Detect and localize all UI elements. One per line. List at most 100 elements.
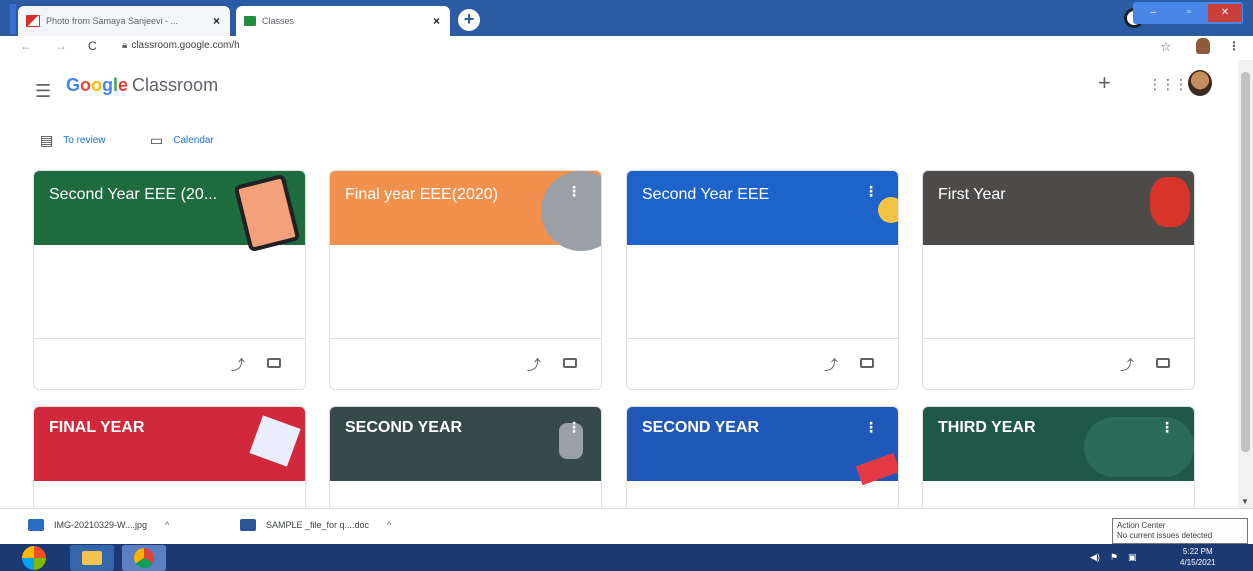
bookmark-star-icon[interactable]: ☆: [1160, 39, 1172, 55]
class-name[interactable]: Second Year EEE: [642, 186, 769, 204]
tab-gmail-photo[interactable]: Photo from Samaya Sanjeevi - ... ×: [18, 6, 230, 36]
class-name[interactable]: SECOND YEAR: [642, 419, 759, 437]
window-controls: – ▫ ✕: [1133, 2, 1243, 24]
class-card[interactable]: SECOND YEAR ⋮: [329, 406, 602, 516]
class-banner[interactable]: Second Year EEE ⋮: [627, 171, 898, 245]
class-card-footer: ⤴: [34, 338, 305, 389]
start-button[interactable]: [22, 546, 46, 570]
address-bar[interactable]: 🔒︎ classroom.google.com/h: [122, 40, 240, 51]
scroll-down-icon[interactable]: ▼: [1241, 497, 1249, 506]
class-banner[interactable]: THIRD YEAR ⋮: [923, 407, 1194, 481]
download-options-icon[interactable]: ^: [387, 520, 391, 530]
maximize-button[interactable]: ▫: [1172, 4, 1206, 22]
flag-icon[interactable]: ⚑: [1110, 552, 1118, 563]
class-banner[interactable]: FINAL YEAR: [34, 407, 305, 481]
volume-icon[interactable]: ◀): [1090, 552, 1100, 563]
more-options-icon[interactable]: ⋮: [1160, 419, 1174, 436]
class-card[interactable]: FINAL YEAR: [33, 406, 306, 516]
banner-illustration: [233, 173, 301, 253]
apps-icon[interactable]: ⋮⋮⋮: [1148, 76, 1188, 93]
calendar-label: Calendar: [173, 135, 214, 146]
calendar-icon: ▭: [150, 132, 164, 148]
class-banner[interactable]: Second Year EEE (20...: [34, 171, 305, 253]
class-name[interactable]: Final year EEE(2020): [345, 186, 498, 204]
class-name[interactable]: SECOND YEAR: [345, 419, 462, 437]
folder-icon[interactable]: [860, 358, 874, 368]
download-filename: IMG-20210329-W....jpg: [54, 520, 148, 530]
new-tab-button[interactable]: +: [458, 9, 480, 31]
class-card[interactable]: First Year ⤴: [922, 170, 1195, 390]
more-options-icon[interactable]: ⋮: [864, 183, 878, 200]
download-options-icon[interactable]: ^: [165, 520, 169, 530]
close-window-button[interactable]: ✕: [1208, 4, 1242, 22]
class-card[interactable]: THIRD YEAR ⋮: [922, 406, 1195, 516]
gradebook-icon[interactable]: ⤴: [824, 355, 838, 375]
class-name[interactable]: THIRD YEAR: [938, 419, 1036, 437]
banner-illustration: [878, 197, 898, 223]
class-banner[interactable]: SECOND YEAR ⋮: [330, 407, 601, 481]
action-center-tooltip: Action Center No current issues detected: [1112, 518, 1248, 544]
close-tab-icon[interactable]: ×: [433, 14, 440, 28]
more-options-icon[interactable]: ⋮: [864, 419, 878, 436]
reload-icon[interactable]: C: [88, 39, 97, 53]
action-center-message: No current issues detected: [1117, 531, 1213, 540]
class-banner[interactable]: Final year EEE(2020) ⋮: [330, 171, 601, 251]
folder-icon[interactable]: [563, 358, 577, 368]
file-explorer-icon[interactable]: [70, 545, 114, 571]
calendar-link[interactable]: ▭ Calendar: [150, 132, 214, 149]
browser-toolbar: ← → C 🔒︎ classroom.google.com/h ☆ ⋮: [0, 36, 1253, 58]
class-banner[interactable]: First Year: [923, 171, 1194, 245]
scrollbar-thumb[interactable]: [1241, 72, 1250, 452]
taskbar-clock[interactable]: 5:22 PM 4/15/2021: [1180, 546, 1216, 568]
action-center-title: Action Center: [1117, 521, 1166, 530]
page-scrollbar[interactable]: ▼: [1238, 60, 1253, 510]
profile-avatar-icon[interactable]: [1196, 38, 1210, 54]
menu-icon[interactable]: ☰: [35, 81, 51, 102]
class-card-footer: ⤴: [923, 338, 1194, 389]
windows-taskbar: ◀) ⚑ ▣ 5:22 PM 4/15/2021: [0, 544, 1253, 571]
class-card[interactable]: SECOND YEAR ⋮: [626, 406, 899, 516]
class-banner[interactable]: SECOND YEAR ⋮: [627, 407, 898, 486]
download-item[interactable]: SAMPLE _file_for q....doc ^: [240, 519, 391, 531]
download-item[interactable]: IMG-20210329-W....jpg ^: [28, 519, 169, 531]
download-bar: IMG-20210329-W....jpg ^ SAMPLE _file_for…: [0, 508, 1253, 545]
tab-title: Photo from Samaya Sanjeevi - ...: [46, 16, 179, 26]
image-file-icon: [28, 519, 44, 531]
banner-illustration: [1084, 417, 1194, 477]
back-icon[interactable]: ←: [20, 39, 32, 53]
to-review-link[interactable]: ▤ To review: [40, 132, 105, 149]
clock-date: 4/15/2021: [1180, 558, 1216, 567]
review-icon: ▤: [40, 132, 54, 148]
class-card[interactable]: Final year EEE(2020) ⋮ ⤴: [329, 170, 602, 390]
tab-classes[interactable]: Classes ×: [236, 6, 450, 36]
network-icon[interactable]: ▣: [1128, 552, 1137, 563]
forward-icon[interactable]: →: [55, 39, 67, 53]
chrome-menu-icon[interactable]: ⋮: [1228, 39, 1240, 53]
folder-icon[interactable]: [267, 358, 281, 368]
gradebook-icon[interactable]: ⤴: [527, 355, 541, 375]
more-options-icon[interactable]: ⋮: [567, 419, 581, 436]
minimize-button[interactable]: –: [1136, 4, 1170, 22]
word-file-icon: [240, 519, 256, 531]
tab-strip-edge: [10, 4, 16, 34]
banner-illustration: [1150, 177, 1190, 227]
create-join-class-button[interactable]: +: [1098, 70, 1111, 96]
chrome-taskbar-icon[interactable]: [122, 545, 166, 571]
avatar[interactable]: [1188, 70, 1212, 96]
class-card[interactable]: Second Year EEE ⋮ ⤴: [626, 170, 899, 390]
browser-tab-strip: Photo from Samaya Sanjeevi - ... × Class…: [0, 0, 1253, 36]
gmail-icon: [26, 15, 40, 27]
class-card[interactable]: Second Year EEE (20... ⤴: [33, 170, 306, 390]
more-options-icon[interactable]: ⋮: [567, 183, 581, 200]
class-name[interactable]: Second Year EEE (20...: [49, 186, 217, 204]
gradebook-icon[interactable]: ⤴: [1120, 355, 1134, 375]
app-logo[interactable]: Google Classroom: [66, 75, 218, 96]
google-wordmark: Google: [66, 75, 129, 95]
to-review-label: To review: [63, 135, 106, 146]
gradebook-icon[interactable]: ⤴: [231, 355, 245, 375]
url-text: classroom.google.com/h: [131, 40, 240, 51]
close-tab-icon[interactable]: ×: [213, 14, 220, 28]
class-name[interactable]: First Year: [938, 186, 1006, 204]
class-name[interactable]: FINAL YEAR: [49, 419, 144, 437]
folder-icon[interactable]: [1156, 358, 1170, 368]
